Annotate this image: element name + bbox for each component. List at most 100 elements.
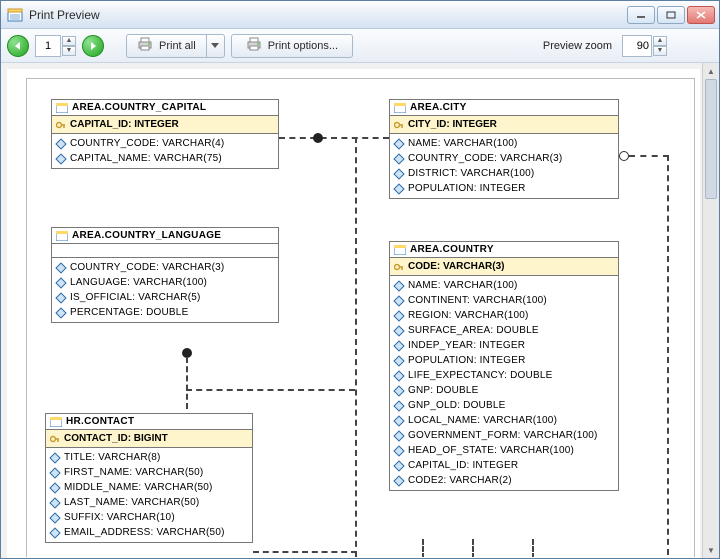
entity-pk-text: CONTACT_ID: BIGINT xyxy=(64,433,168,444)
entity-header: AREA.CITY xyxy=(390,100,618,116)
print-all-label: Print all xyxy=(159,40,196,52)
page-up-button[interactable]: ▲ xyxy=(62,36,76,46)
connector xyxy=(355,137,357,557)
connector xyxy=(186,389,355,391)
entity-columns: NAME: VARCHAR(100) COUNTRY_CODE: VARCHAR… xyxy=(390,134,618,198)
table-icon xyxy=(56,231,68,241)
zoom-up-button[interactable]: ▲ xyxy=(653,36,667,46)
entity-column: CAPITAL_NAME: VARCHAR(75) xyxy=(52,151,278,166)
preview-canvas[interactable]: AREA.COUNTRY_CAPITAL CAPITAL_ID: INTEGER… xyxy=(7,69,700,558)
connector xyxy=(279,137,389,139)
table-icon xyxy=(50,417,62,427)
key-icon xyxy=(56,120,66,130)
entity-column: DISTRICT: VARCHAR(100) xyxy=(390,166,618,181)
print-preview-window: Print Preview ▲ ▼ Print all xyxy=(0,0,720,559)
entity-columns: TITLE: VARCHAR(8) FIRST_NAME: VARCHAR(50… xyxy=(46,448,252,542)
entity-column: SUFFIX: VARCHAR(10) xyxy=(46,510,252,525)
table-icon xyxy=(56,103,68,113)
scroll-down-button[interactable]: ▼ xyxy=(703,542,719,558)
table-icon xyxy=(394,103,406,113)
print-all-button[interactable]: Print all xyxy=(126,34,207,58)
page-down-button[interactable]: ▼ xyxy=(62,46,76,56)
column-icon xyxy=(393,325,404,336)
column-icon xyxy=(393,370,404,381)
entity-column: LANGUAGE: VARCHAR(100) xyxy=(52,275,278,290)
entity-column: IS_OFFICIAL: VARCHAR(5) xyxy=(52,290,278,305)
entity-column: COUNTRY_CODE: VARCHAR(3) xyxy=(390,151,618,166)
print-options-label: Print options... xyxy=(268,40,338,52)
column-icon xyxy=(393,400,404,411)
connector xyxy=(532,539,534,558)
preview-area: AREA.COUNTRY_CAPITAL CAPITAL_ID: INTEGER… xyxy=(1,63,719,558)
entity-column: MIDDLE_NAME: VARCHAR(50) xyxy=(46,480,252,495)
app-icon xyxy=(7,7,23,23)
printer-gear-icon xyxy=(246,37,262,54)
column-icon xyxy=(55,153,66,164)
page-number-spinner[interactable]: ▲ ▼ xyxy=(35,35,76,57)
connector xyxy=(422,539,424,558)
column-icon xyxy=(393,295,404,306)
entity-column: POPULATION: INTEGER xyxy=(390,181,618,196)
titlebar: Print Preview xyxy=(1,1,719,29)
column-icon xyxy=(49,482,60,493)
entity-pk-row: CAPITAL_ID: INTEGER xyxy=(52,116,278,134)
entity-pk-text: CITY_ID: INTEGER xyxy=(408,119,497,130)
key-icon xyxy=(394,262,404,272)
entity-column: CONTINENT: VARCHAR(100) xyxy=(390,293,618,308)
connector xyxy=(472,539,474,558)
entity-pk-text: CAPITAL_ID: INTEGER xyxy=(70,119,179,130)
entity-pk-row: CITY_ID: INTEGER xyxy=(390,116,618,134)
prev-page-button[interactable] xyxy=(7,35,29,57)
entity-column: HEAD_OF_STATE: VARCHAR(100) xyxy=(390,443,618,458)
column-icon xyxy=(393,340,404,351)
minimize-button[interactable] xyxy=(627,6,655,24)
page-surface: AREA.COUNTRY_CAPITAL CAPITAL_ID: INTEGER… xyxy=(26,78,695,558)
entity-column: REGION: VARCHAR(100) xyxy=(390,308,618,323)
entity-column: CODE2: VARCHAR(2) xyxy=(390,473,618,488)
entity-title: HR.CONTACT xyxy=(66,416,134,427)
entity-column: POPULATION: INTEGER xyxy=(390,353,618,368)
entity-column: GNP_OLD: DOUBLE xyxy=(390,398,618,413)
column-icon xyxy=(393,445,404,456)
entity-header: HR.CONTACT xyxy=(46,414,252,430)
toolbar: ▲ ▼ Print all Print options... Preview z… xyxy=(1,29,719,63)
maximize-button[interactable] xyxy=(657,6,685,24)
entity-column: EMAIL_ADDRESS: VARCHAR(50) xyxy=(46,525,252,540)
entity-column: NAME: VARCHAR(100) xyxy=(390,136,618,151)
column-icon xyxy=(393,460,404,471)
page-number-input[interactable] xyxy=(35,35,61,57)
entity-column: CAPITAL_ID: INTEGER xyxy=(390,458,618,473)
entity-column: TITLE: VARCHAR(8) xyxy=(46,450,252,465)
entity-column: LIFE_EXPECTANCY: DOUBLE xyxy=(390,368,618,383)
column-icon xyxy=(49,467,60,478)
scrollbar-thumb[interactable] xyxy=(705,79,717,199)
zoom-spinner[interactable]: ▲ ▼ xyxy=(622,35,667,57)
column-icon xyxy=(49,452,60,463)
column-icon xyxy=(393,355,404,366)
entity-column: LAST_NAME: VARCHAR(50) xyxy=(46,495,252,510)
column-icon xyxy=(55,138,66,149)
column-icon xyxy=(393,430,404,441)
next-page-button[interactable] xyxy=(82,35,104,57)
entity-title: AREA.CITY xyxy=(410,102,467,113)
close-button[interactable] xyxy=(687,6,715,24)
key-icon xyxy=(394,120,404,130)
entity-title: AREA.COUNTRY xyxy=(410,244,494,255)
entity-column: COUNTRY_CODE: VARCHAR(3) xyxy=(52,260,278,275)
column-icon xyxy=(55,262,66,273)
print-all-dropdown[interactable] xyxy=(207,34,225,58)
vertical-scrollbar[interactable]: ▲ ▼ xyxy=(702,63,719,558)
column-icon xyxy=(55,277,66,288)
entity-header: AREA.COUNTRY_CAPITAL xyxy=(52,100,278,116)
print-options-button[interactable]: Print options... xyxy=(231,34,353,58)
zoom-input[interactable] xyxy=(622,35,652,57)
connector xyxy=(629,155,669,157)
key-icon xyxy=(50,434,60,444)
entity-city: AREA.CITY CITY_ID: INTEGER NAME: VARCHAR… xyxy=(389,99,619,199)
zoom-down-button[interactable]: ▼ xyxy=(653,46,667,56)
entity-pk-row: CONTACT_ID: BIGINT xyxy=(46,430,252,448)
entity-contact: HR.CONTACT CONTACT_ID: BIGINT TITLE: VAR… xyxy=(45,413,253,543)
scroll-up-button[interactable]: ▲ xyxy=(703,63,719,79)
connector xyxy=(186,357,188,409)
print-all-group: Print all xyxy=(126,34,225,58)
